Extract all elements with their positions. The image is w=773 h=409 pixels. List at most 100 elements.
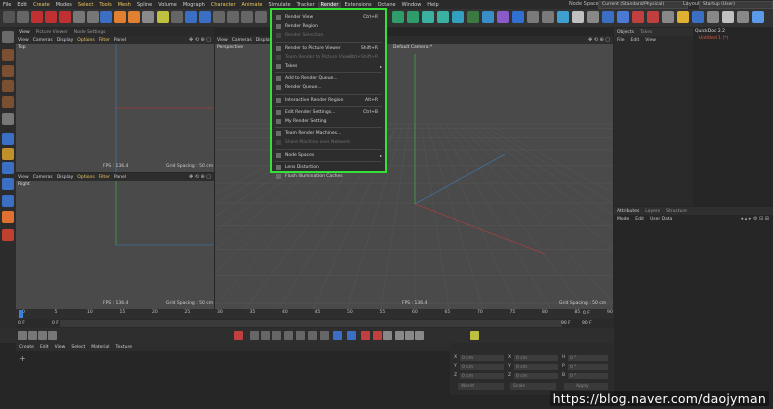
tab-node-settings[interactable]: Node Settings (71, 30, 109, 35)
doc-untitled[interactable]: Untitled 1 (*) (693, 35, 773, 42)
layout-select[interactable]: Startup (User) (699, 1, 773, 9)
transport-button[interactable] (333, 331, 342, 340)
toolbar-object-icon[interactable] (512, 11, 524, 23)
vp-right-view[interactable]: View (16, 175, 31, 180)
toolbar-tool-icon[interactable] (213, 11, 225, 23)
toolbar-tool-icon[interactable] (185, 11, 197, 23)
toolbar-object-icon[interactable] (632, 11, 644, 23)
mat-menu-texture[interactable]: Texture (113, 345, 135, 350)
vp-top-cameras[interactable]: Cameras (31, 38, 55, 43)
toolbar-object-icon[interactable] (602, 11, 614, 23)
attr-menu-mode[interactable]: Mode (614, 217, 632, 222)
menu-extensions[interactable]: Extensions (341, 2, 374, 8)
menu-mesh[interactable]: Mesh (115, 2, 134, 8)
attr-menu-edit[interactable]: Edit (632, 217, 647, 222)
vp-persp-cameras[interactable]: Cameras (230, 38, 254, 43)
toolbar-object-icon[interactable] (422, 11, 434, 23)
coord-x-pos[interactable]: 0 cm (460, 355, 504, 361)
vp-top-view[interactable]: View (16, 38, 31, 43)
left-tool-icon[interactable] (2, 162, 14, 174)
material-manager[interactable]: + (16, 351, 450, 409)
toolbar-tool-icon[interactable] (128, 11, 140, 23)
mat-menu-edit[interactable]: Edit (37, 345, 52, 350)
toolbar-tool-icon[interactable] (45, 11, 57, 23)
toolbar-object-icon[interactable] (752, 11, 764, 23)
vp-persp-nav-icons[interactable]: ✥ ⟲ ⊕ ▢ (588, 37, 613, 43)
left-tool-icon[interactable] (2, 195, 14, 207)
coord-y-size[interactable]: 0 cm (514, 364, 558, 370)
timeline-ruler[interactable]: 0 5 10 15 20 25 30 35 40 45 50 55 60 65 70 75 80 85 90 (16, 309, 614, 319)
menu-select[interactable]: Select (75, 2, 96, 8)
toolbar-tool-icon[interactable] (171, 11, 183, 23)
menu-file[interactable]: File (0, 2, 14, 8)
quickdoc-title[interactable]: QuickDoc 2.2 (693, 28, 773, 35)
render-menu-item[interactable]: Edit Render Settings... Ctrl+B (272, 108, 385, 117)
render-menu-item[interactable]: Flush Illumination Caches (272, 172, 385, 181)
toolbar-tool-icon[interactable] (114, 11, 126, 23)
transport-button[interactable] (308, 331, 317, 340)
toolbar-object-icon[interactable] (677, 11, 689, 23)
menu-character[interactable]: Character (208, 2, 239, 8)
transport-button[interactable] (284, 331, 293, 340)
transport-button[interactable] (296, 331, 305, 340)
attr-nav-icons[interactable]: ◂ ▴ ▸ ⚙ ⊟ ⊞ (741, 216, 773, 222)
toolbar-tool-icon[interactable] (73, 11, 85, 23)
add-material-icon[interactable]: + (19, 354, 26, 363)
coord-apply-button[interactable]: Apply (564, 383, 608, 390)
transport-button[interactable] (28, 331, 37, 340)
toolbar-object-icon[interactable] (737, 11, 749, 23)
frame-start-range[interactable]: 0 F (52, 321, 59, 326)
toolbar-object-icon[interactable] (497, 11, 509, 23)
transport-button[interactable] (470, 331, 479, 340)
toolbar-tool-icon[interactable] (255, 11, 267, 23)
transport-button[interactable] (250, 331, 259, 340)
tab-picture-viewer[interactable]: Picture Viewer (33, 30, 71, 35)
vp-right-options[interactable]: Options (75, 175, 96, 180)
transport-button[interactable] (48, 331, 57, 340)
coord-z-size[interactable]: 0 cm (514, 373, 558, 379)
left-tool-icon[interactable] (2, 113, 14, 125)
playhead[interactable] (19, 310, 23, 318)
toolbar-tool-icon[interactable] (3, 11, 15, 23)
render-menu-item[interactable]: Lens Distortion (272, 163, 385, 172)
frame-end[interactable]: 90 F (582, 321, 592, 326)
viewport-top[interactable]: Top FPS : 136.4 Grid Spacing : 50 cm (16, 44, 214, 172)
toolbar-object-icon[interactable] (692, 11, 704, 23)
vp-persp-view[interactable]: View (215, 38, 230, 43)
left-tool-icon[interactable] (2, 178, 14, 190)
toolbar-tool-icon[interactable] (157, 11, 169, 23)
toolbar-object-icon[interactable] (707, 11, 719, 23)
render-menu-item[interactable]: Render Region (272, 22, 385, 31)
toolbar-tool-icon[interactable] (100, 11, 112, 23)
left-tool-icon[interactable] (2, 148, 14, 160)
toolbar-tool-icon[interactable] (59, 11, 71, 23)
tab-objects[interactable]: Objects (614, 30, 637, 35)
tab-attributes[interactable]: Attributes (614, 209, 642, 214)
toolbar-object-icon[interactable] (437, 11, 449, 23)
vp-right-cameras[interactable]: Cameras (31, 175, 55, 180)
render-menu-item[interactable]: My Render Setting (272, 117, 385, 126)
coord-mode-scale[interactable]: Scale (510, 383, 556, 390)
left-tool-icon[interactable] (2, 49, 14, 61)
left-tool-icon[interactable] (2, 96, 14, 108)
toolbar-tool-icon[interactable] (87, 11, 99, 23)
vp-right-nav-icons[interactable]: ✥ ⟲ ⊕ ▢ (189, 174, 214, 180)
vp-nav-icons[interactable]: ✥ ⟲ ⊕ ▢ (189, 37, 214, 43)
menu-modes[interactable]: Modes (53, 2, 75, 8)
frame-start[interactable]: 0 F (18, 321, 25, 326)
node-space-select[interactable]: Current (Standard/Physical) (598, 1, 688, 9)
left-tool-icon[interactable] (2, 229, 14, 241)
render-menu-item[interactable]: Node Spaces ▸ (272, 151, 385, 160)
toolbar-object-icon[interactable] (587, 11, 599, 23)
vp-top-filter[interactable]: Filter (97, 38, 112, 43)
menu-create[interactable]: Create (30, 2, 53, 8)
mat-menu-select[interactable]: Select (68, 345, 88, 350)
left-tool-icon[interactable] (2, 80, 14, 92)
vp-top-panel[interactable]: Panel (112, 38, 128, 43)
transport-button[interactable] (405, 331, 414, 340)
tab-takes[interactable]: Takes (637, 30, 655, 35)
tab-view[interactable]: View (16, 30, 33, 35)
coord-p-rot[interactable]: 0 ° (568, 364, 608, 370)
toolbar-tool-icon[interactable] (31, 11, 43, 23)
transport-button[interactable] (395, 331, 404, 340)
